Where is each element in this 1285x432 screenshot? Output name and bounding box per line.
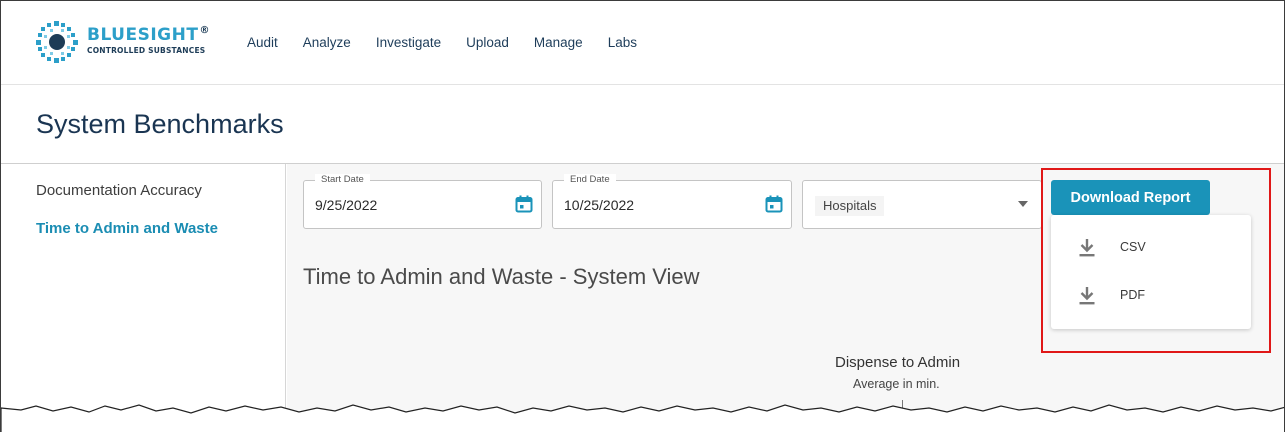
app-window: BLUESIGHT® CONTROLLED SUBSTANCES Audit A… — [0, 0, 1285, 432]
page-title: System Benchmarks — [36, 109, 284, 139]
sidebar-item-time-to-admin-and-waste[interactable]: Time to Admin and Waste — [36, 220, 218, 237]
nav-manage[interactable]: Manage — [534, 35, 583, 50]
sidebar-item-documentation-accuracy[interactable]: Documentation Accuracy — [36, 182, 202, 199]
hospitals-select-value: Hospitals — [815, 196, 885, 216]
top-header: BLUESIGHT® CONTROLLED SUBSTANCES Audit A… — [1, 1, 1284, 85]
torn-edge-decoration — [1, 404, 1284, 432]
calendar-icon[interactable] — [765, 195, 783, 213]
nav-audit[interactable]: Audit — [247, 35, 278, 50]
start-date-value: 9/25/2022 — [315, 197, 378, 213]
brand-name-text: BLUESIGHT — [87, 25, 199, 45]
nav-labs[interactable]: Labs — [608, 35, 637, 50]
nav-upload[interactable]: Upload — [466, 35, 509, 50]
end-date-value: 10/25/2022 — [564, 197, 635, 213]
end-date-label: End Date — [564, 174, 616, 185]
report-title: Time to Admin and Waste - System View — [303, 264, 700, 289]
calendar-icon[interactable] — [515, 195, 533, 213]
end-date-field[interactable]: End Date 10/25/2022 — [552, 174, 792, 229]
brand-subtitle: CONTROLLED SUBSTANCES — [87, 46, 206, 55]
chart-title: Dispense to Admin — [835, 354, 961, 371]
start-date-label: Start Date — [315, 174, 370, 185]
caret-down-icon[interactable] — [1018, 201, 1028, 207]
main-nav: Audit Analyze Investigate Upload Manage … — [247, 35, 662, 50]
brand-logo[interactable]: BLUESIGHT® CONTROLLED SUBSTANCES — [35, 20, 225, 66]
start-date-field[interactable]: Start Date 9/25/2022 — [303, 174, 542, 229]
nav-analyze[interactable]: Analyze — [303, 35, 351, 50]
bluesight-logo-icon — [36, 21, 78, 63]
registered-mark: ® — [199, 25, 210, 36]
hospitals-select[interactable]: Hospitals — [802, 180, 1042, 229]
annotation-highlight-box — [1041, 168, 1271, 353]
benchmarks-sidebar: Documentation Accuracy Time to Admin and… — [1, 164, 286, 432]
nav-investigate[interactable]: Investigate — [376, 35, 441, 50]
brand-name: BLUESIGHT® — [87, 25, 210, 45]
title-band: System Benchmarks — [1, 85, 1284, 164]
chart-subtitle: Average in min. — [853, 377, 940, 391]
